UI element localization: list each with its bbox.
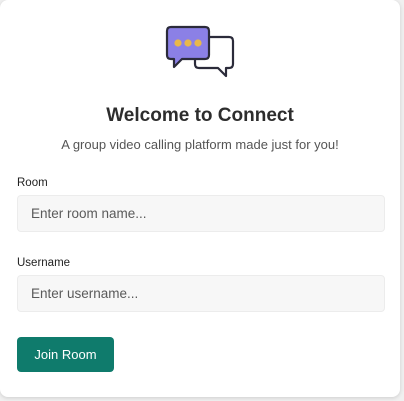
username-label: Username [17,257,71,269]
join-room-card: Welcome to Connect A group video calling… [0,0,400,397]
username-input[interactable] [17,275,385,312]
page-subtitle: A group video calling platform made just… [61,137,339,152]
room-label: Room [17,177,48,189]
chat-bubbles-icon [165,25,237,80]
join-room-button[interactable]: Join Room [17,337,114,372]
room-name-input[interactable] [17,195,385,232]
page-title: Welcome to Connect [106,105,294,126]
